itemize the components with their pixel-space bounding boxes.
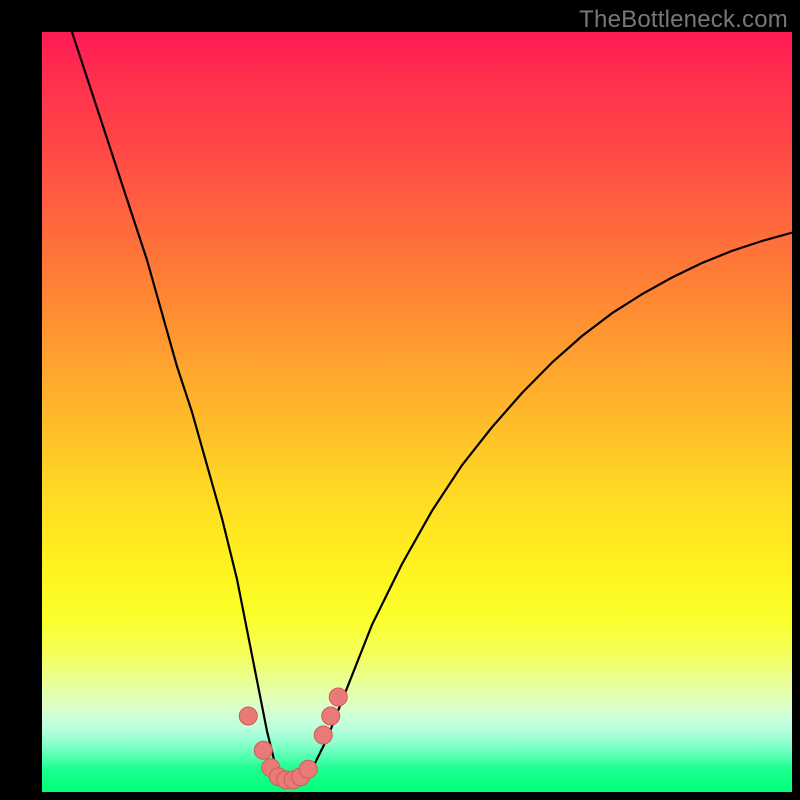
highlight-marker (322, 707, 340, 725)
highlight-marker (254, 741, 272, 759)
highlight-marker (277, 771, 295, 789)
highlight-marker (269, 768, 287, 786)
highlight-marker (239, 707, 257, 725)
highlight-marker (292, 768, 310, 786)
chart-plot-area (42, 32, 792, 792)
highlight-markers (239, 688, 347, 789)
highlight-marker (314, 726, 332, 744)
bottleneck-curve (72, 32, 792, 786)
chart-frame: TheBottleneck.com (0, 0, 800, 800)
watermark-text: TheBottleneck.com (579, 6, 788, 34)
highlight-marker (299, 760, 317, 778)
chart-overlay-svg (42, 32, 792, 792)
highlight-marker (284, 771, 302, 789)
highlight-marker (262, 759, 280, 777)
highlight-marker (329, 688, 347, 706)
